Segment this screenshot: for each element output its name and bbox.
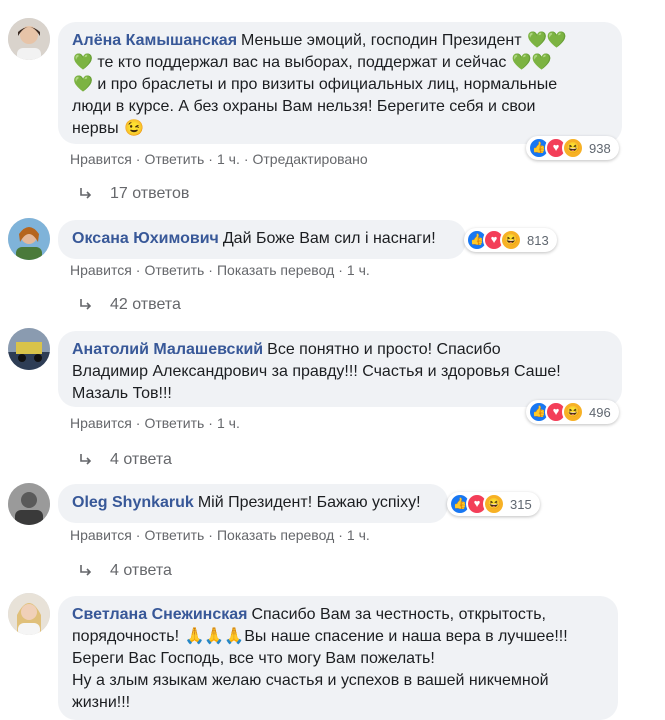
- view-replies[interactable]: 4 ответа: [78, 562, 172, 580]
- haha-reaction-icon: 😆: [562, 401, 584, 423]
- reply-arrow-icon: [80, 188, 92, 199]
- avatar[interactable]: [8, 483, 50, 525]
- haha-reaction-icon: 😆: [500, 229, 522, 251]
- comment-author[interactable]: Оксана Юхимович: [72, 230, 219, 247]
- comment-text: Дай Боже Вам сил і наснаги!: [222, 230, 436, 247]
- reaction-summary[interactable]: 👍 ♥ 😆 315: [447, 492, 540, 516]
- comment-text: те кто поддержал вас на выборах, поддерж…: [97, 54, 507, 71]
- reaction-count: 496: [589, 404, 611, 420]
- comment-author[interactable]: Алёна Камышанская: [72, 32, 237, 49]
- reply-link[interactable]: Ответить: [144, 415, 204, 431]
- like-link[interactable]: Нравится: [70, 527, 132, 543]
- green-heart-emoji: 💚: [73, 54, 93, 71]
- comment-text: люди в курсе. А без охраны Вам нельзя! Б…: [72, 98, 536, 115]
- haha-reaction-icon: 😆: [562, 137, 584, 159]
- reaction-summary[interactable]: 👍 ♥ 😆 813: [464, 228, 557, 252]
- reaction-count: 938: [589, 140, 611, 156]
- comment-text: Владимир Александрович за правду!!! Счас…: [72, 363, 561, 380]
- reply-arrow-icon: [80, 565, 92, 576]
- comment-bubble: Oleg Shynkaruk Мій Президент! Бажаю успіх…: [58, 484, 448, 523]
- avatar[interactable]: [8, 328, 50, 370]
- comment-author[interactable]: Анатолий Малашевский: [72, 341, 263, 358]
- translate-link[interactable]: Показать перевод: [217, 527, 334, 543]
- timestamp[interactable]: 1 ч.: [347, 527, 370, 543]
- green-heart-emoji: 💚: [73, 76, 93, 93]
- haha-reaction-icon: 😆: [483, 493, 505, 515]
- reaction-count: 813: [527, 232, 549, 248]
- reply-arrow-icon: [80, 299, 92, 310]
- avatar[interactable]: [8, 593, 50, 635]
- wink-emoji: 😉: [124, 120, 145, 137]
- comment-bubble: Алёна Камышанская Меньше эмоций, господин…: [58, 22, 622, 144]
- like-link[interactable]: Нравится: [70, 262, 132, 278]
- avatar[interactable]: [8, 218, 50, 260]
- timestamp[interactable]: 1 ч.: [217, 151, 240, 167]
- comment-text: Мазаль Тов!!!: [72, 385, 172, 402]
- like-link[interactable]: Нравится: [70, 151, 132, 167]
- comment-actions: Нравится · Ответить · 1 ч.: [70, 415, 240, 431]
- view-replies[interactable]: 42 ответа: [78, 296, 181, 314]
- reply-link[interactable]: Ответить: [144, 527, 204, 543]
- comment-text: Береги Вас Господь, все что могу Вам пож…: [72, 650, 435, 667]
- view-replies[interactable]: 4 ответа: [78, 451, 172, 469]
- comment-bubble: Оксана Юхимович Дай Боже Вам сил і наснаг…: [58, 220, 466, 259]
- comment-text: Мій Президент! Бажаю успіху!: [197, 494, 421, 511]
- replies-count[interactable]: 4 ответа: [110, 451, 172, 469]
- timestamp[interactable]: 1 ч.: [347, 262, 370, 278]
- like-link[interactable]: Нравится: [70, 415, 132, 431]
- reaction-count: 315: [510, 496, 532, 512]
- green-heart-emoji: 💚💚: [527, 32, 567, 49]
- comment-text: Все понятно и просто! Спасибо: [267, 341, 501, 358]
- replies-count[interactable]: 42 ответа: [110, 296, 181, 314]
- replies-count[interactable]: 4 ответа: [110, 562, 172, 580]
- avatar[interactable]: [8, 18, 50, 60]
- comment-actions: Нравится · Ответить · 1 ч. · Отредактировано: [70, 151, 368, 167]
- comment-text: Меньше эмоций, господин Президент: [241, 32, 522, 49]
- comment-text: порядочность!: [72, 628, 180, 645]
- comment-author[interactable]: Светлана Снежинская: [72, 606, 247, 623]
- reply-arrow-icon: [80, 454, 92, 465]
- comment-actions: Нравится · Ответить · Показать перевод · 1 ч.: [70, 262, 370, 278]
- comment-bubble: Анатолий Малашевский Все понятно и просто…: [58, 331, 622, 407]
- view-replies[interactable]: 17 ответов: [78, 185, 189, 203]
- comment-text: жизни!!!: [72, 694, 131, 711]
- reaction-summary[interactable]: 👍 ♥ 😆 938: [526, 136, 619, 160]
- comment-author[interactable]: Oleg Shynkaruk: [72, 494, 194, 511]
- comment-text: Вы наше спасение и наша вера в лучшее!!!: [244, 628, 568, 645]
- replies-count[interactable]: 17 ответов: [110, 185, 189, 203]
- comment-actions: Нравится · Ответить · Показать перевод · 1 ч.: [70, 527, 370, 543]
- reply-link[interactable]: Ответить: [144, 262, 204, 278]
- translate-link[interactable]: Показать перевод: [217, 262, 334, 278]
- praying-hands-emoji: 🙏🙏🙏: [184, 628, 245, 645]
- comment-bubble: Светлана Снежинская Спасибо Вам за честно…: [58, 596, 618, 720]
- edited-label[interactable]: Отредактировано: [253, 151, 368, 167]
- reaction-summary[interactable]: 👍 ♥ 😆 496: [526, 400, 619, 424]
- comment-text: Ну а злым языкам желаю счастья и успехов…: [72, 672, 549, 689]
- comment-text: Спасибо Вам за честность, открытость,: [251, 606, 546, 623]
- timestamp[interactable]: 1 ч.: [217, 415, 240, 431]
- green-heart-emoji: 💚💚: [511, 54, 552, 71]
- comment-text: и про браслеты и про визиты официальных …: [97, 76, 558, 93]
- comment-text: нервы: [72, 120, 119, 137]
- reply-link[interactable]: Ответить: [144, 151, 204, 167]
